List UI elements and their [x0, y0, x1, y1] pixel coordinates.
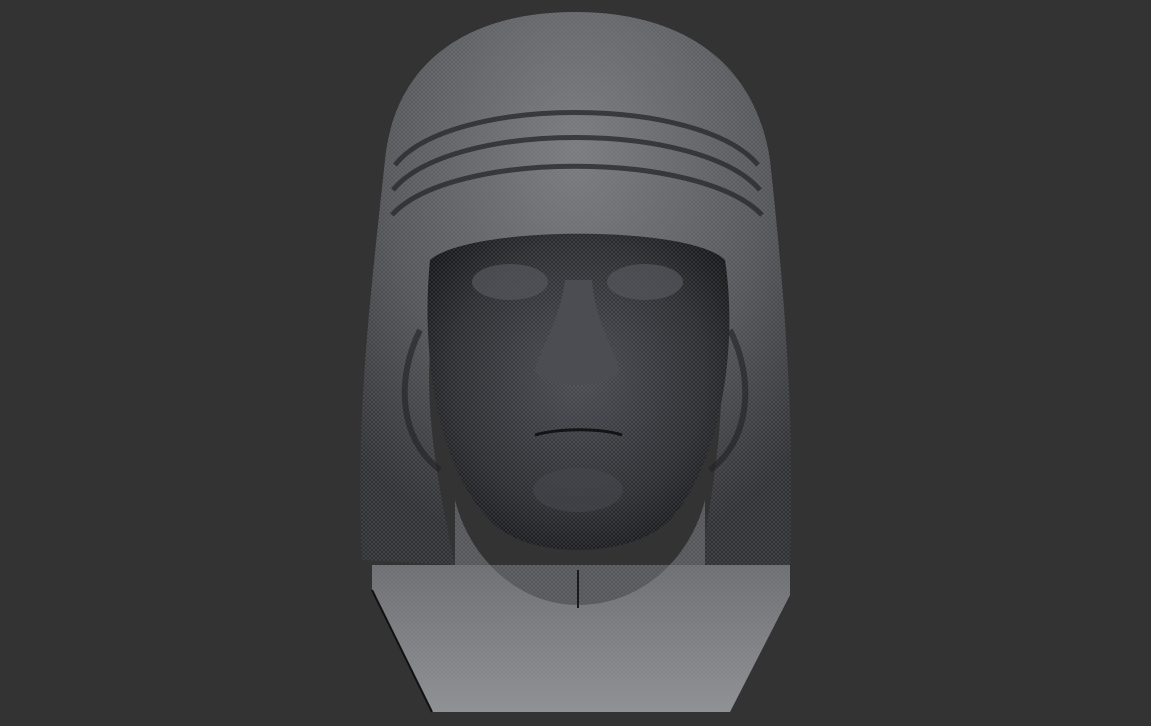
face — [427, 233, 730, 550]
right-eye — [607, 264, 683, 300]
viewport — [360, 12, 792, 713]
chin — [533, 468, 623, 512]
left-eye — [472, 264, 548, 300]
